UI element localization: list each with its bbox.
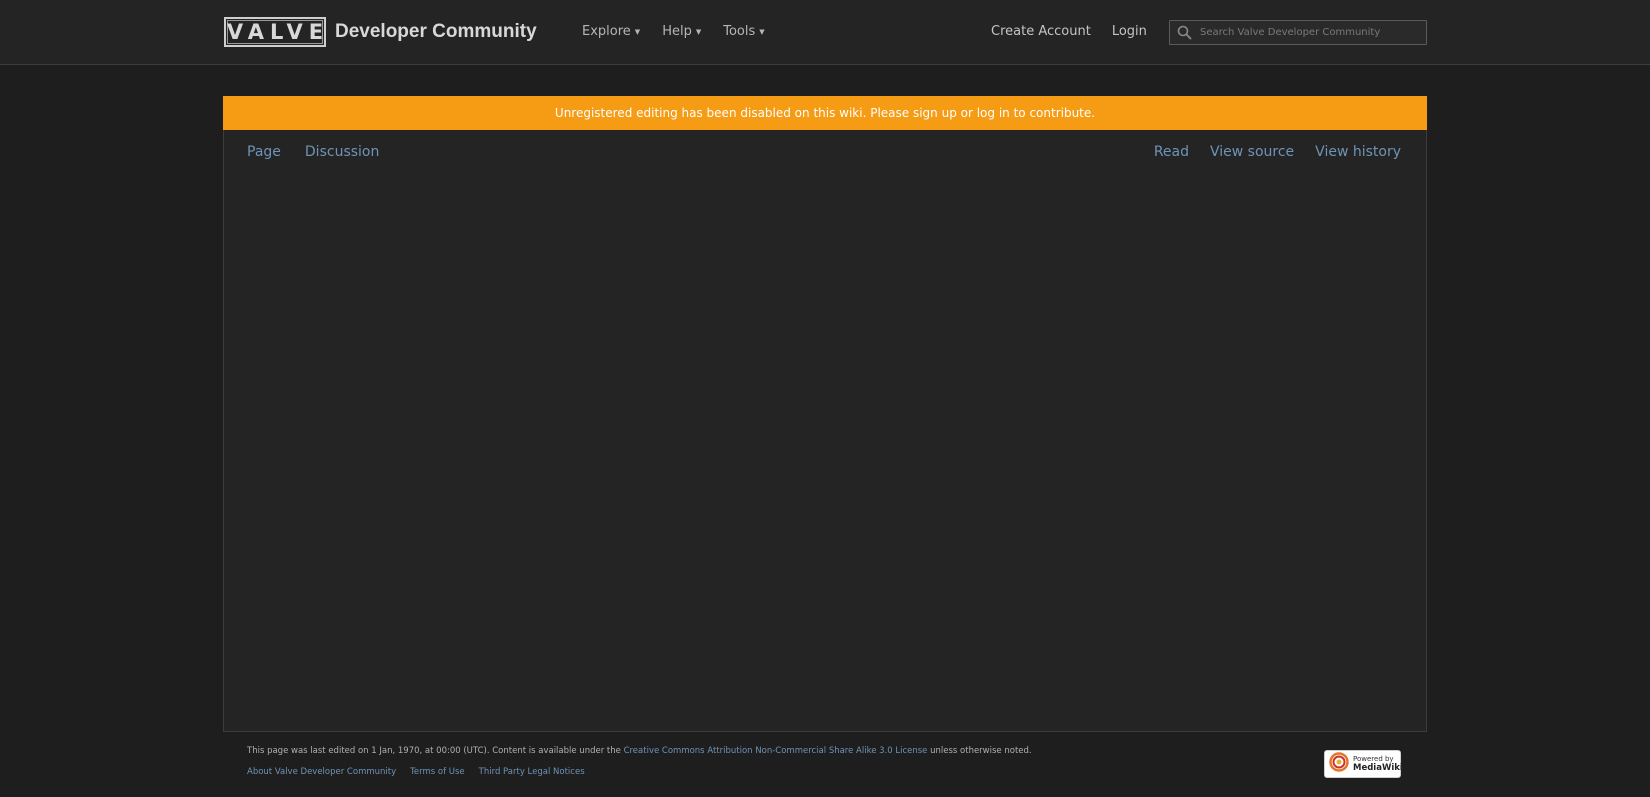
caret-down-icon: ▼ xyxy=(695,27,702,36)
caret-down-icon: ▼ xyxy=(634,27,641,36)
footer-link-terms[interactable]: Terms of Use xyxy=(410,767,465,777)
tab-read[interactable]: Read xyxy=(1154,144,1189,160)
main-nav: Explore ▼ Help ▼ Tools ▼ xyxy=(582,24,787,39)
content-panel: Page Discussion Read View source View hi… xyxy=(223,130,1427,732)
search-box[interactable] xyxy=(1169,20,1427,45)
footer-license-suffix: unless otherwise noted. xyxy=(927,746,1032,756)
site-header: VALVE Developer Community Explore ▼ Help… xyxy=(0,0,1650,65)
footer-link-legal[interactable]: Third Party Legal Notices xyxy=(479,767,585,777)
footer-info: This page was last edited on 1 Jan, 1970… xyxy=(247,746,1032,756)
nav-tools[interactable]: Tools ▼ xyxy=(723,24,764,39)
nav-help[interactable]: Help ▼ xyxy=(662,24,701,39)
nav-help-label: Help xyxy=(662,24,692,39)
mediawiki-label: MediaWiki xyxy=(1353,763,1403,773)
login-link[interactable]: Login xyxy=(1112,24,1147,39)
search-icon[interactable] xyxy=(1170,21,1198,44)
nav-tools-label: Tools xyxy=(723,24,756,39)
notice-banner: Unregistered editing has been disabled o… xyxy=(223,96,1427,130)
tab-page[interactable]: Page xyxy=(247,144,281,160)
tab-view-history[interactable]: View history xyxy=(1315,144,1401,160)
search-input[interactable] xyxy=(1198,22,1426,43)
site-name[interactable]: Developer Community xyxy=(335,21,537,43)
caret-down-icon: ▼ xyxy=(759,27,765,36)
footer-link-about[interactable]: About Valve Developer Community xyxy=(247,767,396,777)
account-links: Create Account Login xyxy=(991,24,1168,39)
site-logo[interactable]: VALVE Developer Community xyxy=(224,17,537,47)
footer-last-edited: This page was last edited on 1 Jan, 1970… xyxy=(247,746,624,756)
license-link[interactable]: Creative Commons Attribution Non-Commerc… xyxy=(624,746,928,756)
view-tabs: Read View source View history xyxy=(1133,144,1401,160)
mediawiki-flower-icon xyxy=(1329,752,1349,776)
tab-view-source[interactable]: View source xyxy=(1210,144,1294,160)
footer-links: About Valve Developer Community Terms of… xyxy=(247,767,599,777)
notice-banner-text: Unregistered editing has been disabled o… xyxy=(554,106,1096,120)
nav-explore-label: Explore xyxy=(582,24,631,39)
powered-by-mediawiki-badge[interactable]: Powered by MediaWiki xyxy=(1324,750,1403,778)
create-account-link[interactable]: Create Account xyxy=(991,24,1091,39)
tab-discussion[interactable]: Discussion xyxy=(305,144,379,160)
namespace-tabs: Page Discussion xyxy=(247,144,403,160)
valve-logo[interactable]: VALVE xyxy=(224,17,326,47)
powered-by-text: Powered by MediaWiki xyxy=(1353,755,1403,773)
nav-explore[interactable]: Explore ▼ xyxy=(582,24,640,39)
